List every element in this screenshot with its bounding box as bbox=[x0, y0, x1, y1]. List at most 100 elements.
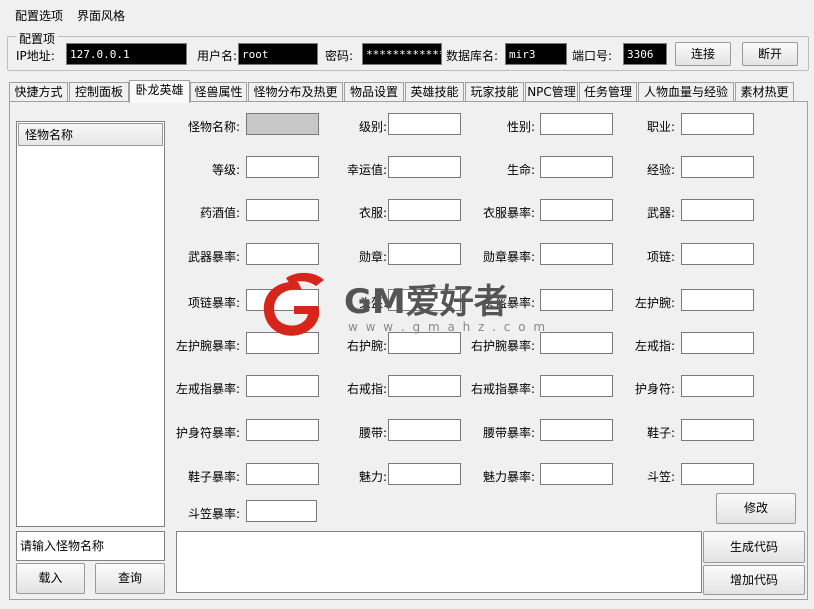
input-clothes-rate[interactable] bbox=[540, 199, 613, 221]
input-luck[interactable] bbox=[388, 156, 461, 178]
input-grade[interactable] bbox=[246, 156, 319, 178]
input-helmet[interactable] bbox=[388, 289, 461, 311]
tab-12[interactable]: 素材热更 bbox=[735, 82, 794, 101]
input-charm-rate[interactable] bbox=[540, 463, 613, 485]
label-hat-rate: 斗笠暴率: bbox=[187, 507, 240, 521]
label-exp: 经验: bbox=[646, 163, 675, 177]
ip-label: IP地址: bbox=[16, 49, 55, 63]
label-wine: 药酒值: bbox=[199, 206, 240, 220]
monster-search-input[interactable]: 请输入怪物名称 bbox=[16, 531, 165, 561]
user-input[interactable]: root bbox=[238, 43, 318, 65]
tab-6[interactable]: 物品设置 bbox=[344, 82, 404, 101]
input-level[interactable] bbox=[388, 113, 461, 135]
input-weapon[interactable] bbox=[681, 199, 754, 221]
label-clothes-rate: 衣服暴率: bbox=[482, 206, 535, 220]
label-grade: 等级: bbox=[211, 163, 240, 177]
input-belt-rate[interactable] bbox=[540, 419, 613, 441]
input-lbracelet-rate[interactable] bbox=[246, 332, 319, 354]
input-rbracelet-rate[interactable] bbox=[540, 332, 613, 354]
label-charm: 魅力: bbox=[358, 470, 387, 484]
label-weapon-rate: 武器暴率: bbox=[187, 250, 240, 264]
modify-button[interactable]: 修改 bbox=[716, 493, 796, 524]
label-lring-rate: 左戒指暴率: bbox=[175, 382, 240, 396]
label-shoes: 鞋子: bbox=[646, 426, 675, 440]
monster-list[interactable]: 怪物名称 bbox=[16, 121, 165, 527]
input-medal-rate[interactable] bbox=[540, 243, 613, 265]
label-luck: 幸运值: bbox=[346, 163, 387, 177]
query-button[interactable]: 查询 bbox=[95, 563, 165, 594]
label-rbracelet-rate: 右护腕暴率: bbox=[470, 339, 535, 353]
input-belt[interactable] bbox=[388, 419, 461, 441]
tab-10[interactable]: 任务管理 bbox=[579, 82, 637, 101]
load-button[interactable]: 载入 bbox=[16, 563, 85, 594]
input-lring[interactable] bbox=[681, 332, 754, 354]
monster-list-header[interactable]: 怪物名称 bbox=[18, 123, 163, 146]
port-input[interactable]: 3306 bbox=[623, 43, 667, 65]
label-gender: 性别: bbox=[506, 120, 535, 134]
disconnect-button[interactable]: 断开 bbox=[742, 42, 798, 66]
port-label: 端口号: bbox=[572, 49, 613, 63]
menu-ui-style[interactable]: 界面风格 bbox=[77, 7, 125, 24]
label-helmet-rate: 头盔暴率: bbox=[482, 296, 535, 310]
tab-5[interactable]: 怪物分布及热更 bbox=[248, 82, 343, 101]
label-lbracelet-rate: 左护腕暴率: bbox=[175, 339, 240, 353]
input-clothes[interactable] bbox=[388, 199, 461, 221]
tab-2[interactable]: 控制面板 bbox=[69, 82, 129, 101]
label-belt-rate: 腰带暴率: bbox=[482, 426, 535, 440]
label-lbracelet: 左护腕: bbox=[634, 296, 675, 310]
label-rring: 右戒指: bbox=[346, 382, 387, 396]
input-charm[interactable] bbox=[388, 463, 461, 485]
connect-button[interactable]: 连接 bbox=[675, 42, 731, 66]
menu-config-options[interactable]: 配置选项 bbox=[15, 7, 63, 24]
input-shoes[interactable] bbox=[681, 419, 754, 441]
input-gender[interactable] bbox=[540, 113, 613, 135]
label-necklace: 项链: bbox=[646, 250, 675, 264]
label-rring-rate: 右戒指暴率: bbox=[470, 382, 535, 396]
label-necklace-rate: 项链暴率: bbox=[187, 296, 240, 310]
label-clothes: 衣服: bbox=[358, 206, 387, 220]
input-necklace[interactable] bbox=[681, 243, 754, 265]
label-belt: 腰带: bbox=[358, 426, 387, 440]
db-input[interactable]: mir3 bbox=[505, 43, 567, 65]
label-level: 级别: bbox=[358, 120, 387, 134]
label-amulet-rate: 护身符暴率: bbox=[175, 426, 240, 440]
input-rring[interactable] bbox=[388, 375, 461, 397]
password-input[interactable]: ************** bbox=[362, 43, 442, 65]
code-output-area[interactable] bbox=[176, 531, 702, 593]
input-hat-rate[interactable] bbox=[246, 500, 317, 522]
input-wine[interactable] bbox=[246, 199, 319, 221]
tab-8[interactable]: 玩家技能 bbox=[465, 82, 524, 101]
tab-7[interactable]: 英雄技能 bbox=[405, 82, 464, 101]
input-lbracelet[interactable] bbox=[681, 289, 754, 311]
ip-input[interactable]: 127.0.0.1 bbox=[66, 43, 187, 65]
user-label: 用户名: bbox=[197, 49, 238, 63]
add-code-button[interactable]: 增加代码 bbox=[703, 565, 805, 595]
input-shoes-rate[interactable] bbox=[246, 463, 319, 485]
generate-code-button[interactable]: 生成代码 bbox=[703, 531, 805, 563]
input-necklace-rate[interactable] bbox=[246, 289, 319, 311]
input-rring-rate[interactable] bbox=[540, 375, 613, 397]
label-charm-rate: 魅力暴率: bbox=[482, 470, 535, 484]
config-group-title: 配置项 bbox=[16, 30, 59, 47]
input-weapon-rate[interactable] bbox=[246, 243, 319, 265]
label-weapon: 武器: bbox=[646, 206, 675, 220]
db-label: 数据库名: bbox=[446, 49, 499, 63]
input-exp[interactable] bbox=[681, 156, 754, 178]
tab-1[interactable]: 快捷方式 bbox=[9, 82, 68, 101]
tab-9[interactable]: NPC管理 bbox=[525, 82, 578, 101]
input-rbracelet[interactable] bbox=[388, 332, 461, 354]
input-medal[interactable] bbox=[388, 243, 461, 265]
input-job[interactable] bbox=[681, 113, 754, 135]
label-name: 怪物名称: bbox=[187, 120, 240, 134]
input-hat[interactable] bbox=[681, 463, 754, 485]
input-amulet[interactable] bbox=[681, 375, 754, 397]
tab-11[interactable]: 人物血量与经验 bbox=[638, 82, 734, 101]
tab-3[interactable]: 卧龙英雄 bbox=[129, 80, 190, 103]
input-helmet-rate[interactable] bbox=[540, 289, 613, 311]
input-hp[interactable] bbox=[540, 156, 613, 178]
input-amulet-rate[interactable] bbox=[246, 419, 319, 441]
input-lring-rate[interactable] bbox=[246, 375, 319, 397]
tab-4[interactable]: 怪兽属性 bbox=[190, 82, 247, 101]
input-name[interactable] bbox=[246, 113, 319, 135]
label-helmet: 头盔: bbox=[358, 296, 387, 310]
